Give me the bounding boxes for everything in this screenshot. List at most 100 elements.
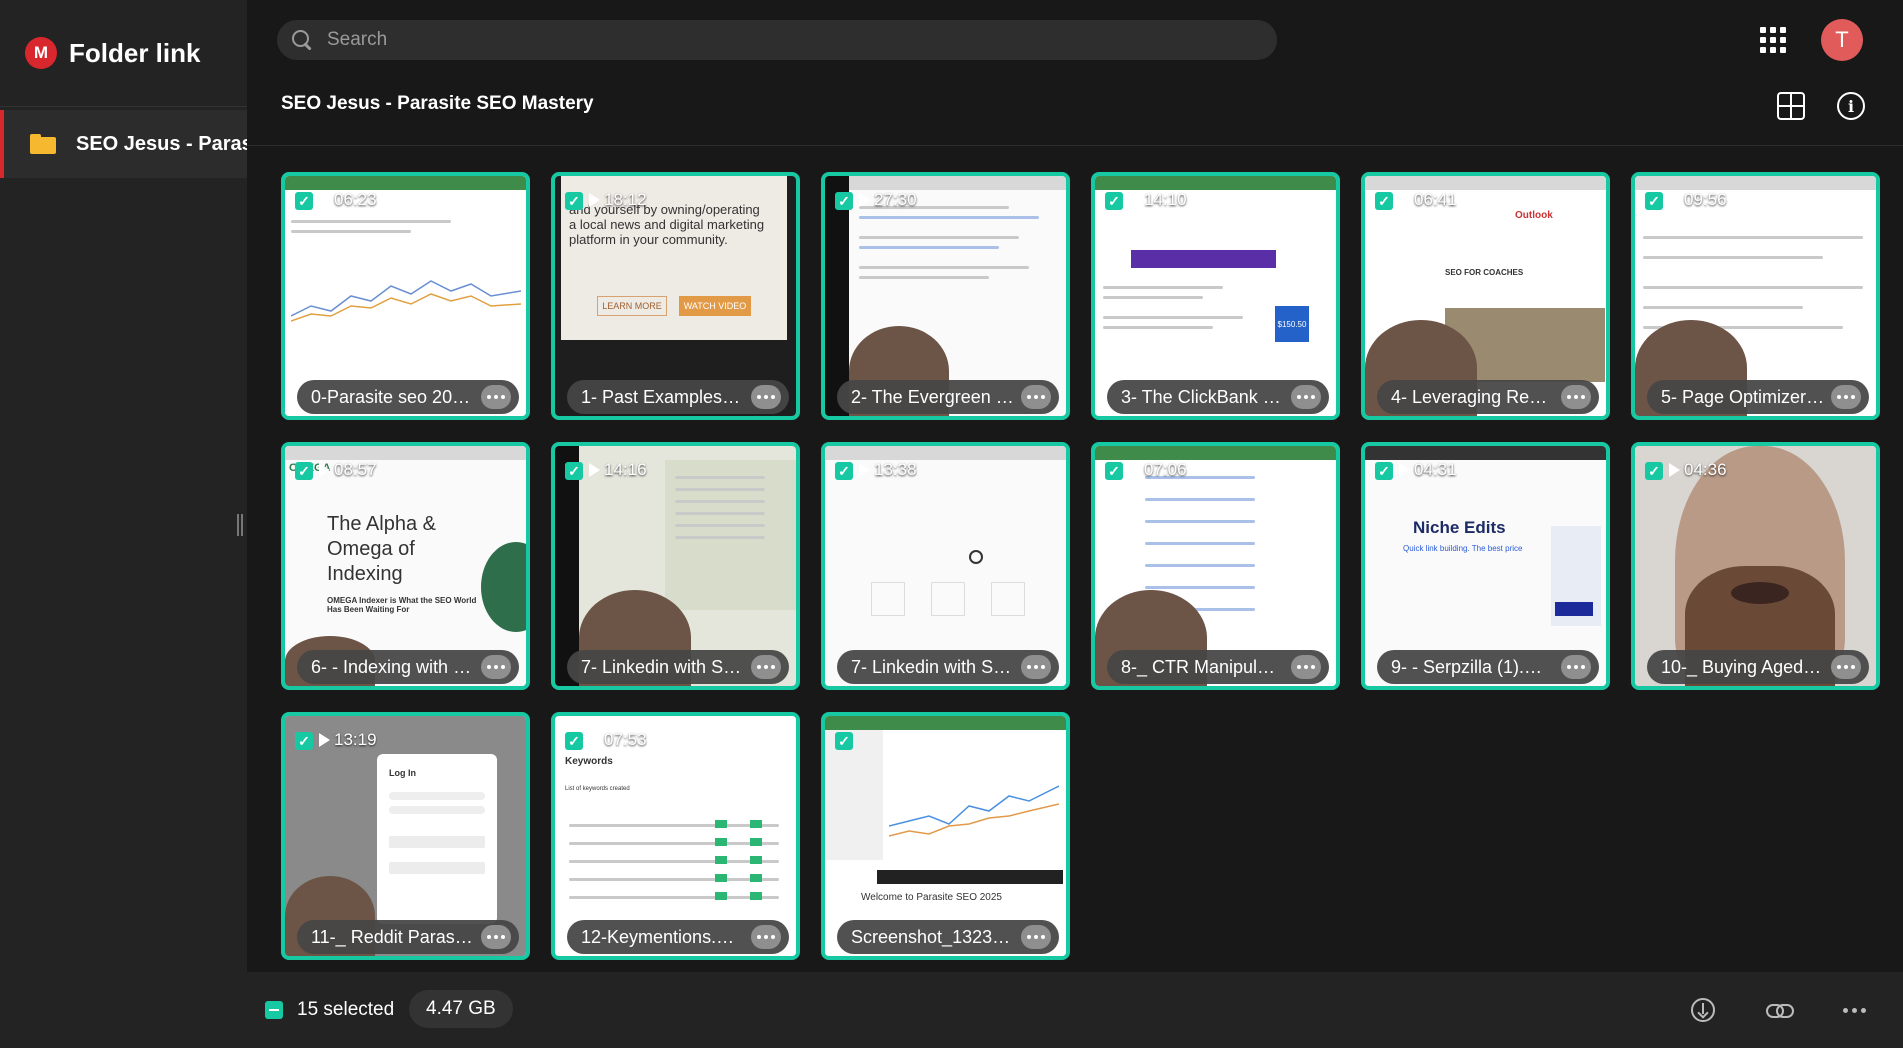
select-checkbox[interactable]: ✓ — [1375, 192, 1393, 210]
select-checkbox[interactable]: ✓ — [295, 462, 313, 480]
more-options-button[interactable] — [481, 655, 511, 679]
duration-badge: 13:19 — [319, 730, 377, 750]
select-checkbox[interactable]: ✓ — [565, 462, 583, 480]
file-name-pill: 0-Parasite seo 202... — [297, 380, 519, 414]
play-icon — [319, 193, 330, 207]
duration-badge: 04:36 — [1669, 460, 1727, 480]
file-name: 5- Page Optimizer P... — [1661, 386, 1825, 407]
play-icon — [1399, 463, 1410, 477]
file-name: 10-_ Buying Aged R... — [1661, 656, 1825, 677]
search-icon — [291, 29, 313, 51]
thumbnail-text: $150.50 — [1275, 306, 1309, 342]
file-name-pill: 11-_ Reddit Parasite ... — [297, 920, 519, 954]
more-options-button[interactable] — [1831, 655, 1861, 679]
file-tile[interactable]: ✓ 07:06 8-_ CTR Manipulatio... — [1091, 442, 1340, 690]
play-icon — [319, 463, 330, 477]
more-options-button[interactable] — [481, 385, 511, 409]
select-checkbox[interactable]: ✓ — [1645, 192, 1663, 210]
more-options-button[interactable] — [751, 385, 781, 409]
file-name: 9- - Serpzilla (1).mp4 — [1391, 656, 1555, 677]
thumbnail-text: List of keywords created — [565, 786, 630, 792]
more-options-button[interactable] — [751, 655, 781, 679]
more-options-button[interactable] — [751, 925, 781, 949]
file-name: 3- The ClickBank M... — [1121, 386, 1285, 407]
file-name: 0-Parasite seo 202... — [311, 386, 475, 407]
more-options-icon[interactable] — [1843, 1008, 1866, 1013]
file-name: 6- - Indexing with O... — [311, 656, 475, 677]
more-options-button[interactable] — [1831, 385, 1861, 409]
file-tile[interactable]: ✓ 09:56 5- Page Optimizer P... — [1631, 172, 1880, 420]
file-name: 4- Leveraging Resel... — [1391, 386, 1555, 407]
file-name-pill: 10-_ Buying Aged R... — [1647, 650, 1869, 684]
file-tile[interactable]: Niche Edits Quick link building. The bes… — [1361, 442, 1610, 690]
duration-badge: 13:38 — [859, 460, 917, 480]
select-all-checkbox[interactable] — [265, 1001, 283, 1019]
thumbnail-text: WATCH VIDEO — [679, 296, 751, 316]
select-checkbox[interactable]: ✓ — [295, 732, 313, 750]
select-checkbox[interactable]: ✓ — [295, 192, 313, 210]
file-tile[interactable]: Keywords List of keywords created ✓ 07:5… — [551, 712, 800, 960]
file-tile[interactable]: ✓ 06:23 0-Parasite seo 202... — [281, 172, 530, 420]
duration-badge: 08:57 — [319, 460, 377, 480]
duration-text: 27:30 — [874, 190, 917, 209]
file-tile[interactable]: Log In ✓ 13:19 11-_ Reddit Parasite ... — [281, 712, 530, 960]
total-size-badge: 4.47 GB — [409, 990, 513, 1028]
more-options-button[interactable] — [1561, 655, 1591, 679]
file-tile[interactable]: Welcome to Parasite SEO 2025 ✓ Screensho… — [821, 712, 1070, 960]
file-name: 7- Linkedin with Sur... — [581, 656, 745, 677]
select-checkbox[interactable]: ✓ — [835, 192, 853, 210]
select-checkbox[interactable]: ✓ — [565, 192, 583, 210]
avatar[interactable]: T — [1821, 19, 1863, 61]
thumbnail-text: Welcome to Parasite SEO 2025 — [861, 892, 1002, 903]
duration-text: 14:16 — [604, 460, 647, 479]
sidebar: M Folder link SEO Jesus - Parasite SEO M… — [0, 0, 247, 1048]
file-name: 8-_ CTR Manipulatio... — [1121, 656, 1285, 677]
info-icon[interactable]: i — [1837, 92, 1865, 120]
select-checkbox[interactable]: ✓ — [1375, 462, 1393, 480]
duration-badge: 04:31 — [1399, 460, 1457, 480]
file-tile[interactable]: Outlook SEO FOR COACHES ✓ 06:41 4- Lever… — [1361, 172, 1610, 420]
file-tile[interactable]: ✓ 04:36 10-_ Buying Aged R... — [1631, 442, 1880, 690]
file-tile[interactable]: ✓ 27:30 2- The Evergreen E... — [821, 172, 1070, 420]
download-icon[interactable] — [1691, 998, 1715, 1022]
file-tile[interactable]: ✓ 14:16 7- Linkedin with Sur... — [551, 442, 800, 690]
file-name: Screenshot_1323.jpg — [851, 926, 1015, 947]
file-tile[interactable]: $150.50 ✓ 14:10 3- The ClickBank M... — [1091, 172, 1340, 420]
main-area: T SEO Jesus - Parasite SEO Mastery i ✓ 0… — [247, 0, 1903, 1048]
select-checkbox[interactable]: ✓ — [565, 732, 583, 750]
play-icon — [1399, 193, 1410, 207]
thumbnail-text: SEO FOR COACHES — [1445, 268, 1524, 277]
duration-badge: 14:16 — [589, 460, 647, 480]
file-tile[interactable]: ✓ 13:38 7- Linkedin with Sur... — [821, 442, 1070, 690]
more-options-button[interactable] — [1561, 385, 1591, 409]
file-tile[interactable]: and yourself by owning/operating a local… — [551, 172, 800, 420]
breadcrumb: SEO Jesus - Parasite SEO Mastery — [281, 93, 594, 114]
more-options-button[interactable] — [1291, 655, 1321, 679]
file-tile[interactable]: OMEGA The Alpha & Omega of Indexing OMEG… — [281, 442, 530, 690]
file-name-pill: Screenshot_1323.jpg — [837, 920, 1059, 954]
more-options-button[interactable] — [1021, 925, 1051, 949]
link-icon[interactable] — [1766, 1004, 1794, 1018]
select-checkbox[interactable]: ✓ — [1105, 192, 1123, 210]
sidebar-resize-handle[interactable] — [237, 514, 243, 536]
sidebar-item-folder[interactable]: SEO Jesus - Parasite SEO Mastery — [0, 110, 247, 178]
search-input[interactable] — [327, 29, 1227, 51]
play-icon — [859, 193, 870, 207]
thumbnail-text: Niche Edits — [1413, 518, 1506, 537]
select-checkbox[interactable]: ✓ — [835, 732, 853, 750]
more-options-button[interactable] — [1021, 655, 1051, 679]
select-checkbox[interactable]: ✓ — [1105, 462, 1123, 480]
select-checkbox[interactable]: ✓ — [1645, 462, 1663, 480]
select-checkbox[interactable]: ✓ — [835, 462, 853, 480]
duration-badge: 14:10 — [1129, 190, 1187, 210]
more-options-button[interactable] — [481, 925, 511, 949]
grid-view-icon[interactable] — [1777, 92, 1805, 120]
more-options-button[interactable] — [1291, 385, 1321, 409]
search-bar[interactable] — [277, 20, 1277, 60]
apps-grid-icon[interactable] — [1760, 27, 1786, 53]
more-options-button[interactable] — [1021, 385, 1051, 409]
brand[interactable]: M Folder link — [25, 36, 200, 70]
thumbnail-text: The Alpha & Omega of Indexing — [327, 513, 436, 585]
duration-text: 04:36 — [1684, 460, 1727, 479]
duration-text: 09:56 — [1684, 190, 1727, 209]
